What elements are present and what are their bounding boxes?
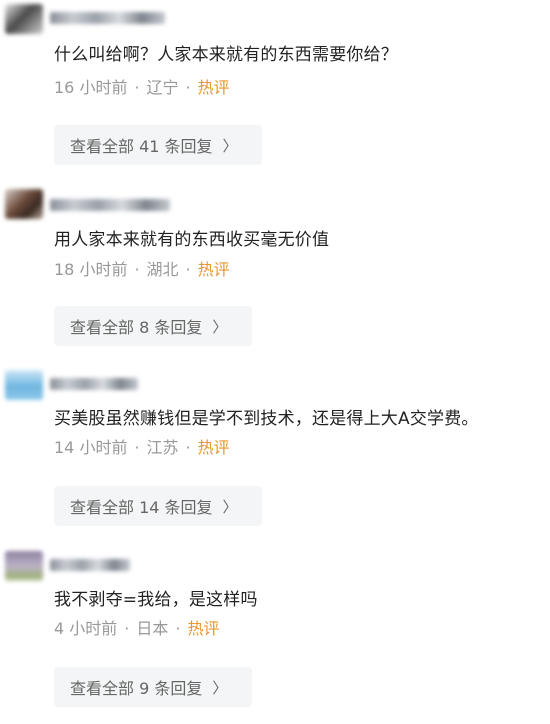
separator-dot: · <box>124 619 130 638</box>
separator-dot: · <box>185 78 191 97</box>
chevron-right-icon: 〉 <box>212 317 228 336</box>
username-blurred[interactable] <box>50 12 165 24</box>
comment-item: 用人家本来就有的东西收买毫无价值 18 小时前 · 湖北 · 热评 查看全部 8 条回复… <box>0 181 550 362</box>
separator-dot: · <box>134 438 140 457</box>
separator-dot: · <box>185 438 191 457</box>
separator-dot: · <box>175 619 181 638</box>
hot-comment-tag: 热评 <box>197 78 230 97</box>
view-replies-label: 查看全部 8 条回复 <box>70 318 203 337</box>
view-replies-label: 查看全部 14 条回复 <box>70 498 213 517</box>
comment-location: 辽宁 <box>146 78 179 97</box>
comment-item: 买美股虽然赚钱但是学不到技术，还是得上大A交学费。 14 小时前 · 江苏 · 热评 查… <box>0 362 550 543</box>
chevron-right-icon: 〉 <box>222 497 238 516</box>
username-blurred[interactable] <box>50 559 130 571</box>
comment-meta: 18 小时前 · 湖北 · 热评 <box>54 256 230 280</box>
comment-location: 江苏 <box>146 438 179 457</box>
comment-text: 什么叫给啊？人家本来就有的东西需要你给？ <box>54 45 398 65</box>
view-replies-button[interactable]: 查看全部 41 条回复 〉 <box>54 125 262 165</box>
hot-comment-tag: 热评 <box>197 260 230 279</box>
avatar[interactable] <box>5 551 43 581</box>
avatar[interactable] <box>5 370 43 400</box>
comment-item: 什么叫给啊？人家本来就有的东西需要你给？ 16 小时前 · 辽宁 · 热评 查看全部 4… <box>0 0 550 181</box>
chevron-right-icon: 〉 <box>222 136 238 155</box>
separator-dot: · <box>134 78 140 97</box>
view-replies-button[interactable]: 查看全部 14 条回复 〉 <box>54 486 262 526</box>
chevron-right-icon: 〉 <box>212 678 228 697</box>
hot-comment-tag: 热评 <box>197 438 230 457</box>
comment-item: 我不剥夺=我给，是这样吗 4 小时前 · 日本 · 热评 查看全部 9 条回复 〉 <box>0 543 550 724</box>
separator-dot: · <box>185 260 191 279</box>
separator-dot: · <box>134 260 140 279</box>
comment-time: 4 小时前 <box>54 619 118 638</box>
comment-meta: 4 小时前 · 日本 · 热评 <box>54 615 220 639</box>
username-blurred[interactable] <box>50 199 170 211</box>
view-replies-label: 查看全部 41 条回复 <box>70 137 213 156</box>
comment-text: 我不剥夺=我给，是这样吗 <box>54 590 258 610</box>
comment-location: 湖北 <box>146 260 179 279</box>
avatar[interactable] <box>5 4 43 34</box>
view-replies-button[interactable]: 查看全部 9 条回复 〉 <box>54 667 252 707</box>
username-blurred[interactable] <box>50 378 138 390</box>
hot-comment-tag: 热评 <box>187 619 220 638</box>
view-replies-label: 查看全部 9 条回复 <box>70 679 203 698</box>
comment-time: 18 小时前 <box>54 260 128 279</box>
comment-time: 16 小时前 <box>54 78 128 97</box>
avatar[interactable] <box>5 189 43 219</box>
view-replies-button[interactable]: 查看全部 8 条回复 〉 <box>54 306 252 346</box>
comment-text: 买美股虽然赚钱但是学不到技术，还是得上大A交学费。 <box>54 409 479 429</box>
comment-text: 用人家本来就有的东西收买毫无价值 <box>54 230 330 250</box>
comment-location: 日本 <box>136 619 169 638</box>
comment-meta: 16 小时前 · 辽宁 · 热评 <box>54 74 230 98</box>
comment-meta: 14 小时前 · 江苏 · 热评 <box>54 434 230 458</box>
comment-time: 14 小时前 <box>54 438 128 457</box>
